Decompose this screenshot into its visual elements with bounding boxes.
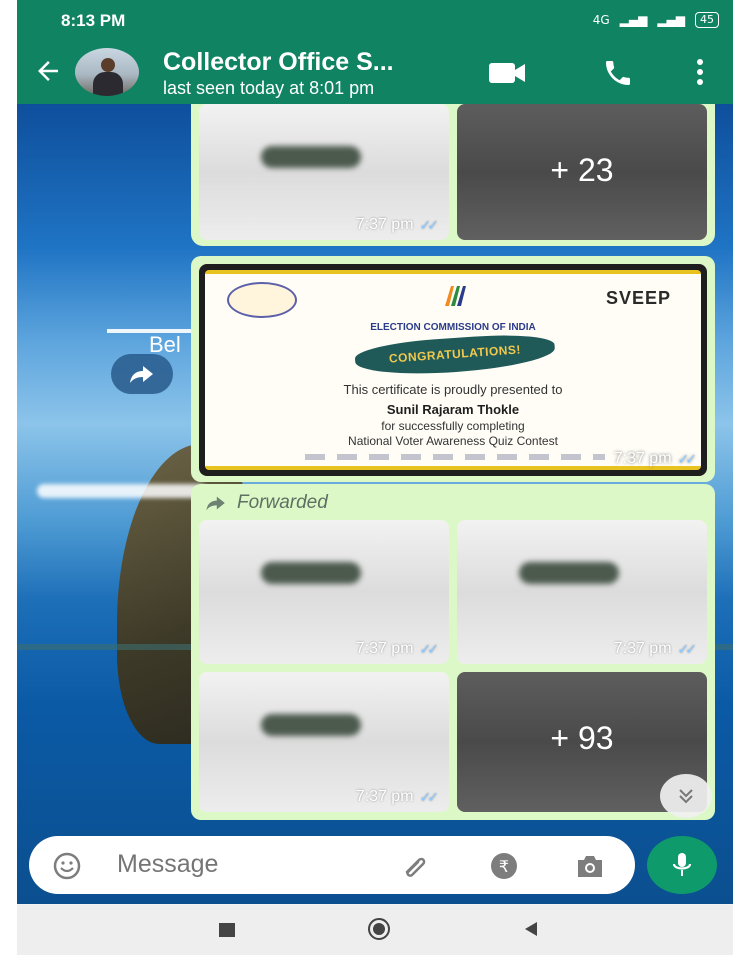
forwarded-text: Forwarded	[237, 492, 328, 513]
message-composer: ₹	[29, 836, 635, 894]
mic-icon	[672, 853, 692, 876]
back-arrow-icon[interactable]	[33, 56, 63, 86]
battery-indicator: 45	[695, 12, 719, 28]
eci-logo-icon	[445, 286, 466, 306]
message-bubble[interactable]: Forwarded 7:37 pm ✓✓ 7:37 pm ✓✓ 7:37 pm …	[191, 484, 715, 820]
timestamp-text: 7:37 pm	[613, 450, 672, 467]
certificate-text: for successfully completing	[381, 419, 525, 433]
read-ticks-icon: ✓✓	[419, 788, 440, 805]
timestamp-text: 7:37 pm	[355, 216, 414, 233]
timestamp-text: 7:37 pm	[355, 640, 414, 657]
phone-screen: 8:13 PM 4G ▂▄▆ ▂▄▆ 45 Collector Office S…	[17, 0, 733, 955]
signal-icon-2: ▂▄▆	[657, 13, 685, 27]
camera-icon[interactable]	[575, 853, 605, 879]
scroll-to-bottom-button[interactable]	[660, 774, 712, 818]
read-ticks-icon: ✓✓	[677, 640, 698, 657]
attach-icon[interactable]	[401, 852, 431, 880]
home-icon[interactable]	[367, 917, 391, 941]
more-media-count: + 23	[550, 152, 614, 188]
thumbnail-content	[519, 562, 619, 584]
chat-header: Collector Office S... last seen today at…	[17, 40, 733, 104]
double-chevron-down-icon	[679, 789, 693, 804]
message-timestamp: 7:37 pm ✓✓	[355, 216, 440, 234]
svg-text:₹: ₹	[499, 857, 509, 876]
system-nav-bar	[17, 905, 733, 955]
more-vert-icon[interactable]	[693, 56, 707, 88]
nav-back-icon[interactable]	[521, 920, 539, 938]
message-timestamp: 7:37 pm ✓✓	[613, 450, 698, 468]
read-ticks-icon: ✓✓	[419, 640, 440, 657]
message-timestamp: 7:37 pm ✓✓	[613, 640, 698, 658]
video-call-icon[interactable]	[487, 60, 527, 86]
banner-text: CONGRATULATIONS!	[388, 342, 522, 366]
timestamp-text: 7:37 pm	[613, 640, 672, 657]
certificate-image[interactable]: SVEEP ELECTION COMMISSION OF INDIA CONGR…	[199, 264, 707, 476]
read-ticks-icon: ✓✓	[677, 450, 698, 467]
status-icons: 4G ▂▄▆ ▂▄▆ 45	[593, 12, 719, 28]
emoji-icon[interactable]	[53, 852, 81, 880]
sveep-logo: SVEEP	[605, 288, 671, 308]
rupee-icon[interactable]: ₹	[489, 852, 519, 880]
avatar-head	[101, 58, 115, 72]
message-bubble[interactable]: SVEEP ELECTION COMMISSION OF INDIA CONGR…	[191, 256, 715, 482]
read-ticks-icon: ✓✓	[419, 216, 440, 233]
last-seen-status: last seen today at 8:01 pm	[163, 78, 375, 98]
contest-name: National Voter Awareness Quiz Contest	[348, 434, 558, 448]
more-media-count: + 93	[550, 720, 614, 756]
seal-logo	[227, 282, 297, 318]
avatar[interactable]	[75, 48, 139, 96]
recipient-name: Sunil Rajaram Thokle	[386, 402, 520, 417]
thumbnail-content	[261, 562, 361, 584]
voice-message-button[interactable]	[647, 836, 717, 894]
congratulations-banner: CONGRATULATIONS!	[354, 331, 556, 379]
message-input[interactable]	[117, 850, 357, 879]
chat-title[interactable]: Collector Office S...	[163, 48, 394, 77]
media-thumbnail[interactable]: 7:37 pm ✓✓	[457, 520, 707, 664]
message-bubble[interactable]: 7:37 pm ✓✓ + 23	[191, 104, 715, 246]
forward-button[interactable]	[111, 354, 173, 394]
recent-apps-icon[interactable]	[219, 923, 235, 937]
phone-icon[interactable]	[602, 57, 634, 89]
forward-icon	[206, 496, 225, 511]
timestamp-text: 7:37 pm	[355, 788, 414, 805]
avatar-body	[93, 72, 123, 96]
certificate-footer-links	[305, 454, 605, 460]
forward-icon	[130, 366, 153, 383]
network-indicator: 4G	[592, 13, 610, 27]
media-thumbnail[interactable]: 7:37 pm ✓✓	[199, 672, 449, 812]
status-bar: 8:13 PM 4G ▂▄▆ ▂▄▆ 45	[17, 0, 733, 40]
wallpaper-cloud	[37, 484, 207, 498]
thumbnail-content	[261, 146, 361, 168]
certificate-heading: ELECTION COMMISSION OF INDIA	[370, 322, 536, 333]
signal-icon: ▂▄▆	[619, 13, 648, 27]
media-thumbnail[interactable]: 7:37 pm ✓✓	[199, 104, 449, 240]
thumbnail-content	[261, 714, 361, 736]
media-thumbnail[interactable]: 7:37 pm ✓✓	[199, 520, 449, 664]
chat-wallpaper: Bel 7:37 pm ✓✓ + 23 SVEEP ELECTION COMMI…	[17, 104, 733, 904]
certificate-content: SVEEP ELECTION COMMISSION OF INDIA CONGR…	[205, 270, 701, 470]
message-timestamp: 7:37 pm ✓✓	[355, 640, 440, 658]
forwarded-label: Forwarded	[205, 492, 328, 514]
certificate-text: This certificate is proudly presented to	[343, 382, 563, 397]
status-time: 8:13 PM	[61, 11, 126, 30]
media-thumbnail-more[interactable]: + 23	[457, 104, 707, 240]
message-timestamp: 7:37 pm ✓✓	[355, 788, 440, 806]
